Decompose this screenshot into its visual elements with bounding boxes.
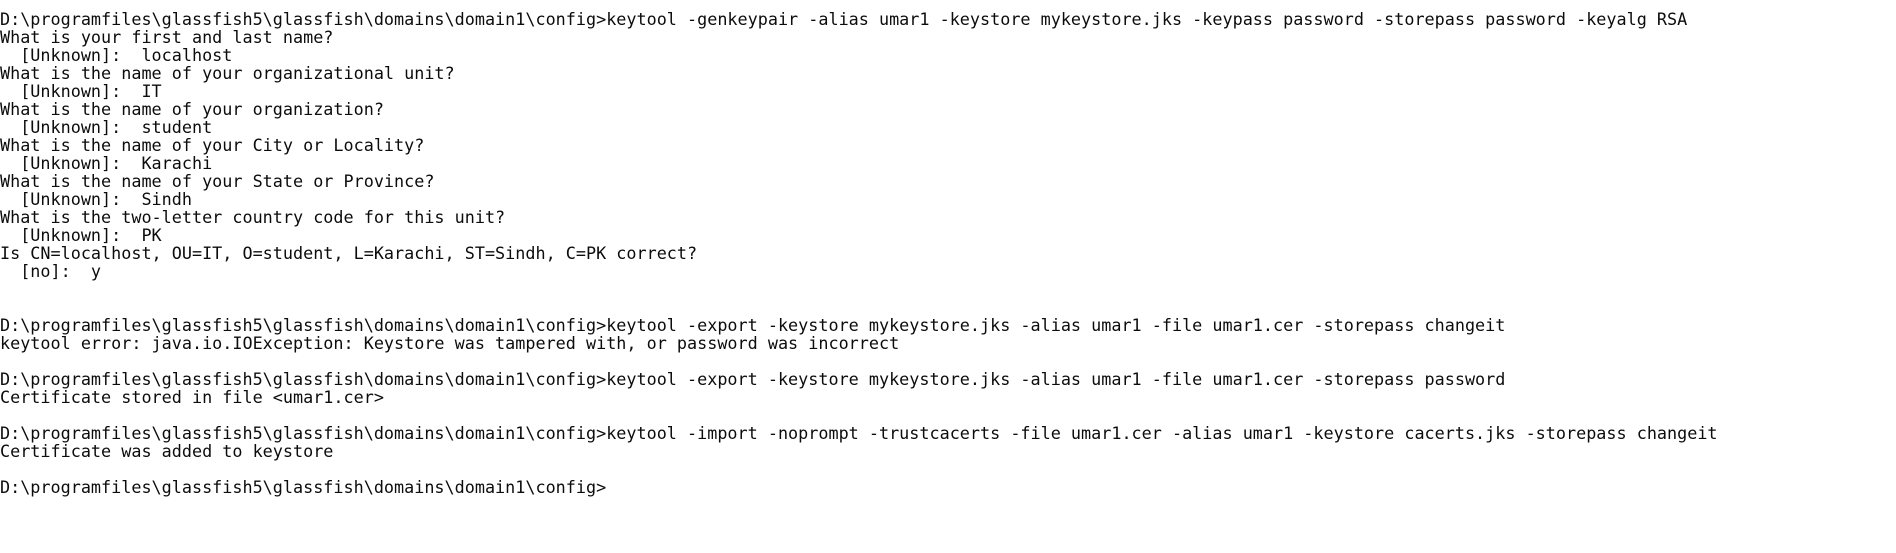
terminal-line: D:\programfiles\glassfish5\glassfish\dom… xyxy=(0,423,1718,443)
terminal-line: [Unknown]: localhost xyxy=(0,45,233,65)
terminal-line: D:\programfiles\glassfish5\glassfish\dom… xyxy=(0,369,1506,389)
terminal-line: Certificate was added to keystore xyxy=(0,441,334,461)
command-prompt[interactable]: D:\programfiles\glassfish5\glassfish\dom… xyxy=(0,478,1896,496)
terminal-line: What is the two-letter country code for … xyxy=(0,207,506,227)
terminal-line: keytool error: java.io.IOException: Keys… xyxy=(0,333,900,353)
terminal-line: [Unknown]: student xyxy=(0,117,213,137)
terminal-line: What is the name of your organization? xyxy=(0,99,384,119)
terminal-line: [Unknown]: Sindh xyxy=(0,189,192,209)
terminal-line: What is the name of your organizational … xyxy=(0,63,455,83)
terminal-line: [Unknown]: Karachi xyxy=(0,153,213,173)
terminal-line: D:\programfiles\glassfish5\glassfish\dom… xyxy=(0,315,1506,335)
terminal-line: [Unknown]: IT xyxy=(0,81,162,101)
terminal-line: [no]: y xyxy=(0,261,102,281)
terminal-line: What is the name of your City or Localit… xyxy=(0,135,425,155)
terminal-line: [Unknown]: PK xyxy=(0,225,162,245)
terminal-line: What is your first and last name? xyxy=(0,27,334,47)
terminal-line: Is CN=localhost, OU=IT, O=student, L=Kar… xyxy=(0,243,698,263)
terminal-line: D:\programfiles\glassfish5\glassfish\dom… xyxy=(0,9,1688,29)
terminal-line: Certificate stored in file <umar1.cer> xyxy=(0,387,384,407)
terminal-console[interactable]: D:\programfiles\glassfish5\glassfish\dom… xyxy=(0,0,1896,553)
terminal-line: What is the name of your State or Provin… xyxy=(0,171,435,191)
